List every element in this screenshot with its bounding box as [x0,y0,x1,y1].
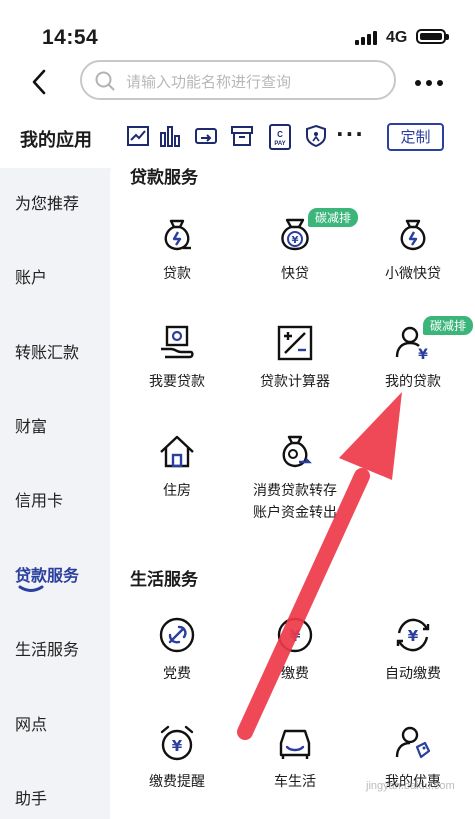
svg-text:¥: ¥ [418,347,428,363]
tile-label: 住房 [163,483,191,499]
search-icon [95,71,115,91]
tile-payment-reminder[interactable]: ¥ 缴费提醒 [116,723,238,793]
card-transfer-icon[interactable] [194,124,218,148]
svg-text:C: C [277,130,283,139]
sidebar-item-outlet[interactable]: 网点 [15,711,47,735]
auto-pay-icon: ¥ [393,615,433,655]
tile-micro-loan[interactable]: 小微快贷 [352,215,474,285]
hand-card-icon [157,323,197,363]
sidebar-item-account[interactable]: 账户 [15,264,47,288]
tile-party-fee[interactable]: 党费 [116,615,238,685]
tile-consumer-loan-transfer[interactable]: 消费贷款转存 账户资金转出 [234,432,356,524]
status-time: 14:54 [42,26,99,49]
shield-user-icon[interactable] [304,124,328,148]
chart-trend-icon[interactable] [126,124,150,148]
more-options-button[interactable] [414,72,448,92]
sidebar-item-recommend[interactable]: 为您推荐 [15,190,79,214]
customize-button[interactable]: 定制 [387,123,444,151]
tile-apply-loan[interactable]: 我要贷款 [116,323,238,393]
sidebar-item-credit-card[interactable]: 信用卡 [15,487,63,511]
user-coupon-icon [393,723,433,763]
sidebar-item-life[interactable]: 生活服务 [15,636,79,660]
sidebar-item-loan[interactable]: 贷款服务 [15,562,79,586]
sidebar-item-transfer[interactable]: 转账汇款 [15,339,79,363]
status-bar: 14:54 4G [0,0,475,60]
tile-housing[interactable]: 住房 [116,432,238,502]
svg-text:¥: ¥ [289,626,300,645]
tile-loan[interactable]: 贷款 [116,215,238,285]
tile-label: 缴费提醒 [149,774,205,790]
calculator-icon [275,323,315,363]
my-apps-title: 我的应用 [20,130,92,151]
tile-loan-calculator[interactable]: 贷款计算器 [234,323,356,393]
carbon-badge: 碳减排 [308,208,359,227]
tile-label: 快贷 [281,266,309,282]
loan-bag-icon [393,215,433,255]
search-input[interactable]: 请输入功能名称进行查询 [80,60,396,100]
tile-payment[interactable]: ¥ 缴费 [234,615,356,685]
car-icon [275,723,315,763]
more-apps-icon[interactable]: ··· [336,122,365,146]
transfer-bag-icon [275,432,315,472]
bar-chart-icon[interactable] [158,124,182,148]
tile-label: 缴费 [281,666,309,682]
sidebar-item-wealth[interactable]: 财富 [15,413,47,437]
tile-label: 贷款 [163,266,191,282]
sidebar-item-assistant[interactable]: 助手 [15,785,47,809]
tile-label: 小微快贷 [385,266,441,282]
battery-icon [416,29,449,44]
tile-label: 我要贷款 [149,374,205,390]
loan-section-title: 贷款服务 [130,168,198,188]
alarm-clock-icon: ¥ [157,723,197,763]
tile-auto-pay[interactable]: ¥ 自动缴费 [352,615,474,685]
tile-label: 党费 [163,666,191,682]
archive-box-icon[interactable] [230,124,254,148]
party-emblem-icon [157,615,197,655]
back-icon[interactable] [26,66,54,98]
tile-label: 自动缴费 [385,666,441,682]
svg-text:PAY: PAY [274,141,285,147]
search-placeholder: 请输入功能名称进行查询 [126,73,292,91]
carbon-badge: 碳减排 [423,316,474,335]
payment-icon: ¥ [275,615,315,655]
tile-label: 贷款计算器 [260,374,330,390]
tile-label: 消费贷款转存 账户资金转出 [253,483,337,521]
tile-label: 我的贷款 [385,374,441,390]
signal-icon [355,31,379,45]
life-section-title: 生活服务 [130,570,198,590]
network-type: 4G [386,29,408,46]
tile-car-life[interactable]: 车生活 [234,723,356,793]
active-indicator [18,585,44,592]
category-sidebar: 为您推荐 账户 转账汇款 财富 信用卡 贷款服务 生活服务 网点 助手 [0,168,110,819]
svg-text:¥: ¥ [172,737,183,755]
loan-bag-icon [157,215,197,255]
watermark: jingyan.baidu.com [366,780,455,792]
house-icon [157,432,197,472]
tile-label: 车生活 [274,774,316,790]
svg-text:¥: ¥ [292,235,299,246]
top-bar: 请输入功能名称进行查询 [0,60,475,108]
pay-icon[interactable]: C PAY [268,124,292,150]
svg-text:¥: ¥ [408,627,419,645]
service-panel: 贷款服务 贷款 ¥ 快贷 碳减排 小微快贷 我要贷款 贷款计算器 ¥ 我的贷款 … [110,155,475,819]
